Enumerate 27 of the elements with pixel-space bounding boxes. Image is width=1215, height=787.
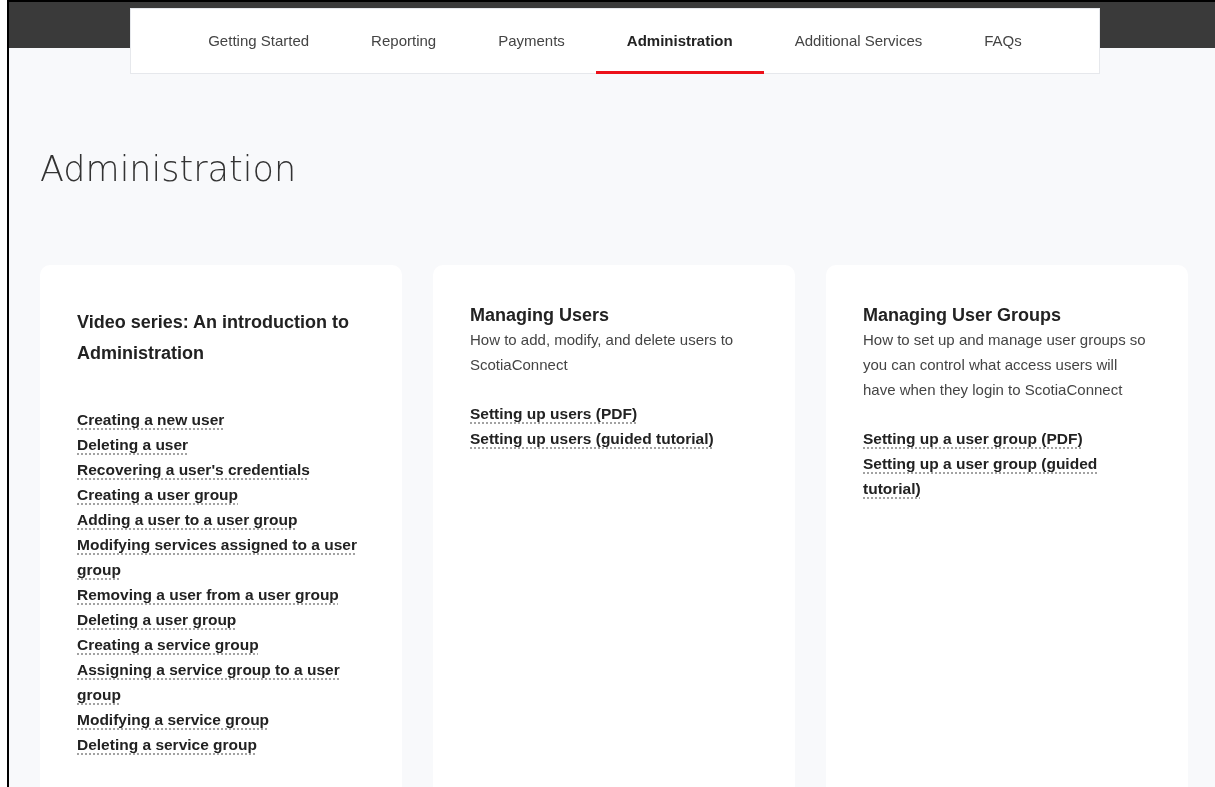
help-link[interactable]: Assigning a service group to a user group	[77, 657, 367, 707]
help-link[interactable]: Setting up a user group (PDF)	[863, 426, 1083, 451]
help-link[interactable]: Setting up users (guided tutorial)	[470, 426, 714, 451]
nav-tab[interactable]: Reporting	[340, 9, 468, 74]
help-link[interactable]: Recovering a user's credentials	[77, 457, 310, 482]
help-link[interactable]: Creating a user group	[77, 482, 239, 507]
nav-tab[interactable]: Additional Services	[763, 9, 954, 74]
nav-tab[interactable]: FAQs	[953, 9, 1053, 74]
help-link[interactable]: Deleting a user	[77, 432, 189, 457]
help-link[interactable]: Modifying a service group	[77, 707, 270, 732]
card-title: Managing Users	[470, 304, 611, 327]
nav-tab[interactable]: Getting Started	[177, 9, 341, 74]
card-title: Video series: An introduction to Administration	[77, 311, 351, 365]
card-description: How to add, modify, and delete users to ScotiaConnect	[470, 330, 735, 375]
card-title: Managing User Groups	[863, 304, 1063, 327]
nav-tab[interactable]: Payments	[467, 9, 596, 74]
help-link[interactable]: Removing a user from a user group	[77, 582, 339, 607]
help-link[interactable]: Setting up users (PDF)	[470, 401, 638, 426]
help-link[interactable]: Adding a user to a user group	[77, 507, 298, 532]
help-link[interactable]: Deleting a service group	[77, 732, 258, 757]
help-link[interactable]: Creating a service group	[77, 632, 259, 657]
help-link[interactable]: Creating a new user	[77, 407, 225, 432]
help-link[interactable]: Modifying services assigned to a user group	[77, 532, 367, 582]
help-link[interactable]: Setting up a user group (guided tutorial)	[863, 451, 1153, 501]
card-description: How to set up and manage user groups so you can control what access users will have when they login to ScotiaConnect	[863, 330, 1147, 400]
page-title: Administration	[40, 149, 298, 189]
help-link[interactable]: Deleting a user group	[77, 607, 237, 632]
